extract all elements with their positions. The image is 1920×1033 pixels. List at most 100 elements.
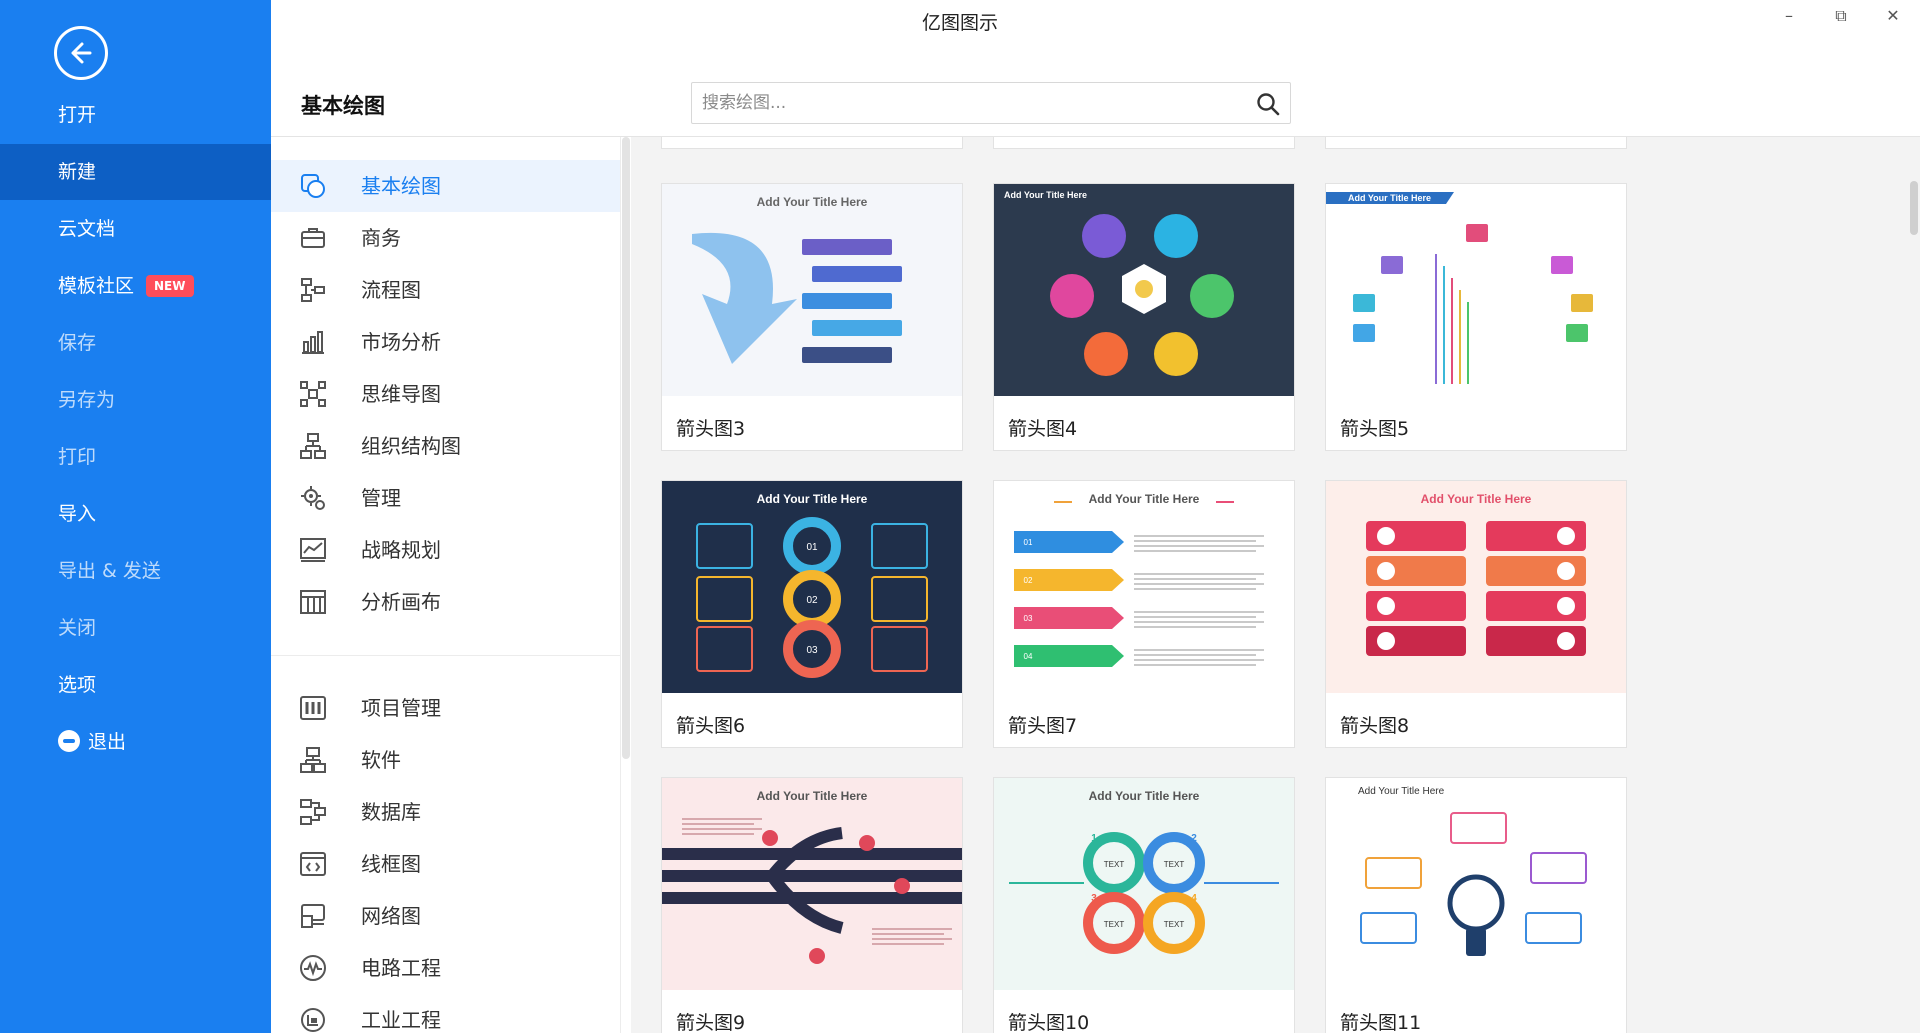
category-canvas-grid[interactable]: 分析画布 bbox=[271, 576, 620, 628]
close-button[interactable]: ✕ bbox=[1878, 6, 1908, 25]
thumb-title: Add Your Title Here bbox=[1089, 789, 1200, 803]
sidebar-item-cloud[interactable]: 云文档 bbox=[0, 201, 271, 257]
sidebar-item-label: 打开 bbox=[58, 104, 97, 126]
software-icon bbox=[300, 747, 326, 773]
sidebar-item-export[interactable]: 导出 & 发送 bbox=[0, 543, 271, 599]
template-card-partial[interactable] bbox=[661, 137, 963, 149]
category-briefcase[interactable]: 商务 bbox=[271, 212, 620, 264]
sidebar-item-new[interactable]: 新建 bbox=[0, 144, 271, 200]
template-card[interactable]: Add Your Title Here TEXT 1 TEXT 2 TEXT 3 TEXT 4 箭… bbox=[993, 777, 1295, 1033]
thumb-badge: 03 bbox=[1024, 614, 1033, 623]
category-label: 分析画布 bbox=[361, 590, 441, 614]
sidebar-item-close[interactable]: 关闭 bbox=[0, 600, 271, 656]
sidebar-item-options[interactable]: 选项 bbox=[0, 657, 271, 713]
template-card[interactable]: Add Your Title Here 箭头图11 bbox=[1325, 777, 1627, 1033]
sidebar-item-save[interactable]: 保存 bbox=[0, 315, 271, 371]
category-label: 战略规划 bbox=[361, 538, 441, 562]
sidebar-item-label: 导入 bbox=[58, 503, 97, 525]
sidebar-item-label: 云文档 bbox=[58, 218, 116, 240]
search-input[interactable] bbox=[692, 83, 1222, 123]
thumb-badge: 04 bbox=[1024, 652, 1033, 661]
sidebar-item-import[interactable]: 导入 bbox=[0, 486, 271, 542]
template-card[interactable]: Add Your Title Here 01 02 03 箭头图6 bbox=[661, 480, 963, 748]
circuit-icon bbox=[300, 955, 326, 981]
restore-button[interactable]: ⧉ bbox=[1826, 6, 1856, 26]
template-name: 箭头图11 bbox=[1340, 1012, 1422, 1033]
sidebar-item-label: 另存为 bbox=[58, 389, 116, 411]
category-industrial[interactable]: 工业工程 bbox=[271, 994, 620, 1033]
sidebar-item-print[interactable]: 打印 bbox=[0, 429, 271, 485]
template-card[interactable]: Add Your Title Here 箭头图5 bbox=[1325, 183, 1627, 451]
thumb-badge: 02 bbox=[806, 595, 818, 606]
search-icon[interactable] bbox=[1256, 92, 1280, 116]
sidebar-item-label: 模板社区 bbox=[58, 275, 135, 297]
thumb-badge: 03 bbox=[806, 645, 818, 656]
template-grid: Add Your Title Here 箭头图3 Add Your Title He… bbox=[631, 137, 1920, 1033]
template-thumbnail[interactable]: Add Your Title Here 01 02 03 bbox=[662, 481, 962, 693]
category-database[interactable]: 数据库 bbox=[271, 786, 620, 838]
sidebar-item-label: 退出 bbox=[88, 731, 127, 753]
thumbnail-art: Add Your Title Here bbox=[662, 789, 962, 964]
template-thumbnail[interactable]: Add Your Title Here bbox=[662, 184, 962, 396]
template-thumbnail[interactable]: Add Your Title Here 01 02 03 04 bbox=[994, 481, 1294, 693]
bar-chart-icon bbox=[302, 331, 324, 354]
window-title: 亿图图示 bbox=[921, 12, 998, 34]
category-wireframe[interactable]: 线框图 bbox=[271, 838, 620, 890]
template-thumbnail[interactable]: Add Your Title Here bbox=[1326, 184, 1626, 396]
template-thumbnail[interactable]: Add Your Title Here bbox=[994, 184, 1294, 396]
mindmap-icon bbox=[300, 381, 326, 407]
category-org-chart[interactable]: 组织结构图 bbox=[271, 420, 620, 472]
thumb-badge: 2 bbox=[1191, 833, 1197, 844]
category-bar-chart[interactable]: 市场分析 bbox=[271, 316, 620, 368]
category-label: 工业工程 bbox=[361, 1008, 441, 1032]
template-thumbnail[interactable]: Add Your Title Here TEXT 1 TEXT 2 TEXT 3 TEXT 4 bbox=[994, 778, 1294, 990]
template-thumbnail[interactable]: Add Your Title Here bbox=[1326, 778, 1626, 990]
category-mindmap[interactable]: 思维导图 bbox=[271, 368, 620, 420]
sidebar-item-label: 关闭 bbox=[58, 617, 97, 639]
template-card-partial[interactable] bbox=[1325, 137, 1627, 149]
template-name: 箭头图9 bbox=[676, 1012, 746, 1033]
thumbnail-art: Add Your Title Here bbox=[1004, 190, 1234, 376]
template-card[interactable]: Add Your Title Here 01 02 03 04 箭头图7 bbox=[993, 480, 1295, 748]
grid-scrollbar[interactable] bbox=[1910, 181, 1918, 235]
category-software[interactable]: 软件 bbox=[271, 734, 620, 786]
category-circuit[interactable]: 电路工程 bbox=[271, 942, 620, 994]
category-divider bbox=[271, 655, 620, 656]
sidebar-item-community[interactable]: 模板社区 NEW bbox=[0, 258, 271, 314]
category-label: 数据库 bbox=[361, 800, 421, 824]
template-thumbnail[interactable]: Add Your Title Here bbox=[662, 778, 962, 990]
sidebar-item-save-as[interactable]: 另存为 bbox=[0, 372, 271, 428]
thumb-badge: 1 bbox=[1091, 833, 1097, 844]
section-title: 基本绘图 bbox=[301, 94, 385, 118]
sidebar-item-label: 新建 bbox=[58, 161, 97, 183]
template-card[interactable]: Add Your Title Here 箭头图8 bbox=[1325, 480, 1627, 748]
template-thumbnail[interactable]: Add Your Title Here bbox=[1326, 481, 1626, 693]
thumb-title: Add Your Title Here bbox=[1089, 492, 1200, 506]
thumb-title: Add Your Title Here bbox=[1348, 193, 1431, 203]
sidebar-item-exit[interactable]: 退出 bbox=[0, 714, 271, 770]
category-label: 电路工程 bbox=[361, 956, 441, 980]
category-scrollbar[interactable] bbox=[622, 137, 630, 759]
template-card[interactable]: Add Your Title Here 箭头图9 bbox=[661, 777, 963, 1033]
thumb-text-label: TEXT bbox=[1104, 860, 1125, 869]
template-card[interactable]: Add Your Title Here 箭头图3 bbox=[661, 183, 963, 451]
sidebar-item-label: 导出 & 发送 bbox=[58, 560, 161, 582]
sidebar-item-label: 保存 bbox=[58, 332, 97, 354]
thumbnail-art: Add Your Title Here 01 02 03 04 bbox=[1014, 492, 1264, 667]
template-card[interactable]: Add Your Title Here 箭头图4 bbox=[993, 183, 1295, 451]
category-gear-person[interactable]: 管理 bbox=[271, 472, 620, 524]
thumb-badge: 3 bbox=[1091, 893, 1097, 904]
minimize-button[interactable]: – bbox=[1774, 6, 1804, 25]
category-line-chart[interactable]: 战略规划 bbox=[271, 524, 620, 576]
thumb-badge: 4 bbox=[1191, 893, 1197, 904]
project-icon bbox=[300, 696, 326, 720]
sidebar-item-open[interactable]: 打开 bbox=[0, 87, 271, 143]
category-label: 组织结构图 bbox=[361, 434, 461, 458]
thumb-badge: 01 bbox=[1024, 538, 1033, 547]
category-basic-drawing[interactable]: 基本绘图 bbox=[271, 160, 620, 212]
category-network[interactable]: 网络图 bbox=[271, 890, 620, 942]
category-flowchart[interactable]: 流程图 bbox=[271, 264, 620, 316]
category-project[interactable]: 项目管理 bbox=[271, 682, 620, 734]
template-card-partial[interactable] bbox=[993, 137, 1295, 149]
search-box[interactable] bbox=[691, 82, 1291, 124]
